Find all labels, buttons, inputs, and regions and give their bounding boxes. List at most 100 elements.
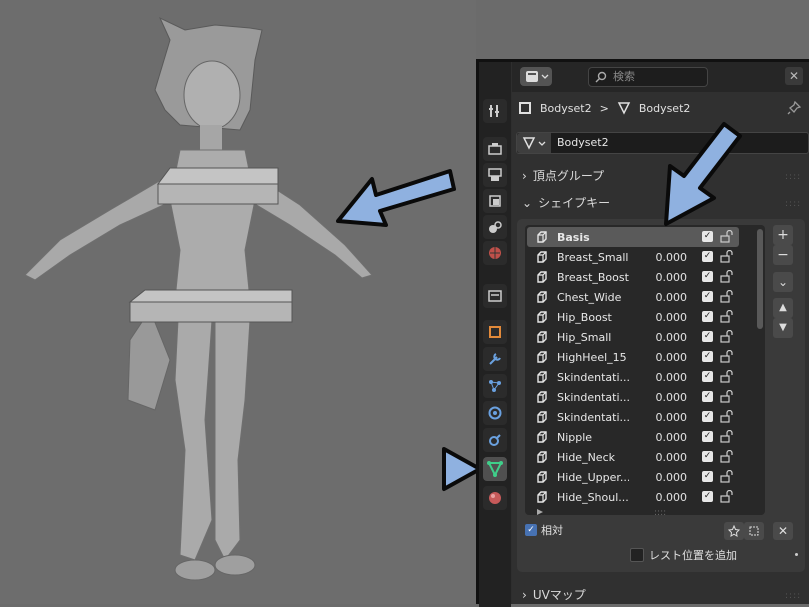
lock-icon[interactable] (720, 489, 734, 506)
shape-key-value[interactable]: 0.000 (647, 371, 688, 384)
object-icon[interactable] (483, 320, 507, 344)
shape-key-row[interactable]: Hip_Boost 0.000 ✓ (527, 307, 739, 327)
shape-key-row[interactable]: Breast_Boost 0.000 ✓ (527, 267, 739, 287)
shape-key-name[interactable]: HighHeel_15 (557, 351, 629, 364)
shape-key-name[interactable]: Chest_Wide (557, 291, 629, 304)
lock-icon[interactable] (720, 349, 734, 366)
shape-key-row[interactable]: Basis ✓ (527, 227, 739, 247)
vertex-groups-header[interactable]: › 頂点グループ (522, 167, 604, 185)
shape-key-row[interactable]: Hide_Neck 0.000 ✓ (527, 447, 739, 467)
list-scrollbar[interactable] (757, 229, 763, 329)
lock-icon[interactable] (720, 329, 734, 346)
mute-toggle-checkbox[interactable]: ✓ (702, 271, 713, 282)
shape-key-name[interactable]: Hip_Small (557, 331, 629, 344)
mute-toggle-checkbox[interactable]: ✓ (702, 471, 713, 482)
shape-key-row[interactable]: Nipple 0.000 ✓ (527, 427, 739, 447)
shape-key-row[interactable]: Hip_Small 0.000 ✓ (527, 327, 739, 347)
remove-shape-key-button[interactable]: − (773, 245, 793, 265)
physics-icon[interactable] (483, 401, 507, 425)
shape-key-value[interactable]: 0.000 (647, 271, 688, 284)
shape-key-row[interactable]: Chest_Wide 0.000 ✓ (527, 287, 739, 307)
world-icon[interactable] (483, 241, 507, 265)
lock-icon[interactable] (720, 429, 734, 446)
lock-icon[interactable] (720, 309, 734, 326)
mute-toggle-checkbox[interactable]: ✓ (702, 391, 713, 402)
shape-key-row[interactable]: Hide_Upper... 0.000 ✓ (527, 467, 739, 487)
shape-key-value[interactable]: 0.000 (647, 451, 688, 464)
lock-icon[interactable] (720, 249, 734, 266)
shape-key-value[interactable]: 0.000 (647, 471, 688, 484)
keyframe-dot-icon[interactable] (795, 553, 798, 556)
shape-key-value[interactable]: 0.000 (647, 431, 688, 444)
shape-key-name[interactable]: Hip_Boost (557, 311, 629, 324)
render-icon[interactable] (483, 137, 507, 161)
shape-keys-header[interactable]: ⌄ シェイプキー (522, 194, 610, 212)
lock-icon[interactable] (720, 449, 734, 466)
search-input[interactable]: 検索 (588, 67, 708, 87)
move-down-button[interactable]: ▼ (773, 318, 793, 338)
shape-key-name[interactable]: Breast_Small (557, 251, 629, 264)
shape-key-name[interactable]: Hide_Neck (557, 451, 629, 464)
edit-mode-icon[interactable] (744, 522, 764, 540)
close-icon[interactable]: ✕ (785, 67, 803, 85)
drag-handle-icon[interactable]: :::: (785, 592, 800, 601)
material-icon[interactable] (483, 486, 507, 510)
editor-type-button[interactable] (520, 67, 552, 86)
constraints-icon[interactable] (483, 428, 507, 452)
mesh-browse-button[interactable] (517, 133, 551, 153)
shape-key-row[interactable]: Breast_Small 0.000 ✓ (527, 247, 739, 267)
drag-handle-icon[interactable]: :::: (785, 173, 800, 182)
mute-toggle-checkbox[interactable]: ✓ (702, 451, 713, 462)
modifier-icon[interactable] (483, 347, 507, 371)
mute-toggle-checkbox[interactable]: ✓ (702, 351, 713, 362)
lock-icon[interactable] (720, 289, 734, 306)
lock-icon[interactable] (720, 369, 734, 386)
shape-key-name[interactable]: Skindentati... (557, 411, 629, 424)
mute-toggle-checkbox[interactable]: ✓ (702, 411, 713, 422)
shape-key-row[interactable]: HighHeel_15 0.000 ✓ (527, 347, 739, 367)
shape-key-row[interactable]: Skindentati... 0.000 ✓ (527, 407, 739, 427)
collection-icon[interactable] (483, 284, 507, 308)
shape-key-name[interactable]: Skindentati... (557, 391, 629, 404)
relative-option[interactable]: ✓ 相対 (525, 522, 563, 538)
particles-icon[interactable] (483, 374, 507, 398)
shape-key-name[interactable]: Hide_Shoul... (557, 491, 629, 504)
lock-icon[interactable] (720, 389, 734, 406)
shape-key-value[interactable]: 0.000 (647, 411, 688, 424)
add-shape-key-button[interactable]: + (773, 225, 793, 245)
mute-toggle-checkbox[interactable]: ✓ (702, 491, 713, 502)
mute-toggle-checkbox[interactable]: ✓ (702, 251, 713, 262)
pin-shape-star-icon[interactable] (724, 522, 744, 540)
add-rest-position-option[interactable]: レスト位置を追加 (630, 547, 737, 563)
3d-viewport[interactable] (0, 0, 476, 604)
shape-key-list[interactable]: Basis ✓ Breast_Small 0.000 ✓ Breast_Boost 0.00… (525, 225, 765, 515)
shape-key-name[interactable]: Hide_Upper... (557, 471, 629, 484)
mute-toggle-checkbox[interactable]: ✓ (702, 331, 713, 342)
shape-key-name[interactable]: Skindentati... (557, 371, 629, 384)
mute-toggle-checkbox[interactable]: ✓ (702, 311, 713, 322)
shape-key-value[interactable]: 0.000 (647, 291, 688, 304)
clear-shape-keys-icon[interactable]: ✕ (773, 522, 793, 540)
mute-toggle-checkbox[interactable]: ✓ (702, 371, 713, 382)
move-up-button[interactable]: ▲ (773, 298, 793, 318)
shape-key-name[interactable]: Breast_Boost (557, 271, 629, 284)
shape-key-value[interactable]: 0.000 (647, 311, 688, 324)
shape-key-name[interactable]: Basis (557, 231, 629, 244)
pin-icon[interactable] (787, 101, 801, 115)
list-resize-grip[interactable]: :::: (654, 508, 666, 518)
shape-key-specials-menu[interactable]: ⌄ (773, 272, 793, 292)
mute-toggle-checkbox[interactable]: ✓ (702, 231, 713, 242)
drag-handle-icon[interactable]: :::: (785, 200, 800, 209)
scene-icon[interactable] (483, 215, 507, 239)
output-icon[interactable] (483, 163, 507, 187)
lock-icon[interactable] (720, 409, 734, 426)
lock-icon[interactable] (720, 469, 734, 486)
shape-key-value[interactable]: 0.000 (647, 331, 688, 344)
shape-key-row[interactable]: Skindentati... 0.000 ✓ (527, 387, 739, 407)
shape-key-value[interactable]: 0.000 (647, 251, 688, 264)
uv-maps-header[interactable]: › UVマップ (522, 586, 586, 604)
mute-toggle-checkbox[interactable]: ✓ (702, 431, 713, 442)
view-layer-icon[interactable] (483, 189, 507, 213)
list-expand-icon[interactable] (536, 508, 544, 516)
lock-icon[interactable] (720, 229, 734, 246)
